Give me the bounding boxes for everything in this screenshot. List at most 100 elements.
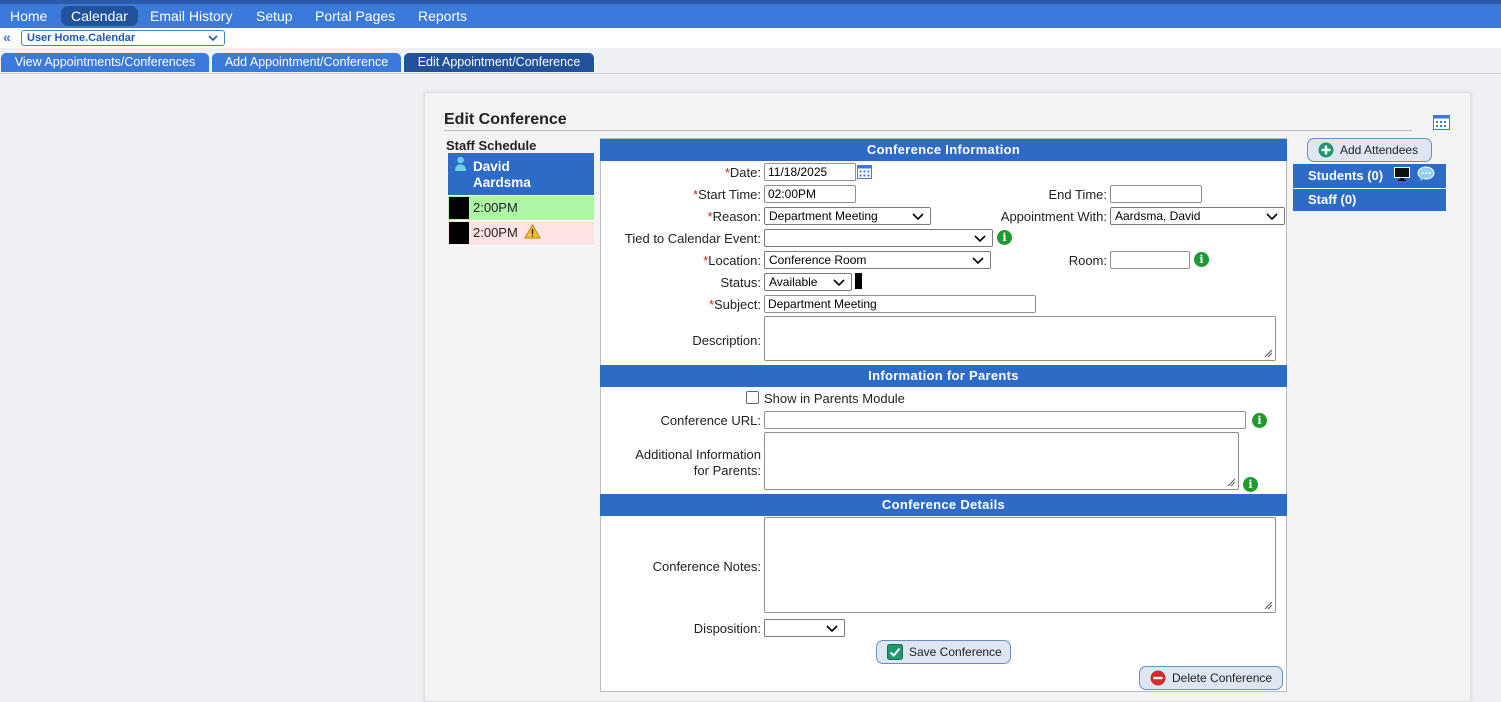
additional-info-info-icon[interactable]: i xyxy=(1243,477,1258,492)
chevron-down-icon xyxy=(833,279,845,287)
room-info-icon[interactable]: i xyxy=(1194,252,1209,267)
additional-info-label-line2: for Parents: xyxy=(693,463,761,478)
tab-add-appointment[interactable]: Add Appointment/Conference xyxy=(212,53,401,72)
double-chevron-left-icon[interactable]: « xyxy=(3,29,11,45)
start-time-label: *Start Time: xyxy=(693,187,761,202)
tab-edit-appointment[interactable]: Edit Appointment/Conference xyxy=(404,53,594,72)
conference-url-field[interactable] xyxy=(764,411,1246,429)
date-field[interactable] xyxy=(764,163,856,181)
room-label: Room: xyxy=(1068,253,1107,268)
tab-view-appointments[interactable]: View Appointments/Conferences xyxy=(1,53,209,72)
slot-time: 2:00PM xyxy=(473,200,518,215)
show-in-parents-checkbox[interactable] xyxy=(746,391,759,404)
schedule-slot[interactable]: 2:00PM xyxy=(448,196,594,220)
students-count-label: Students (0) xyxy=(1308,168,1384,183)
status-color-swatch xyxy=(855,273,862,289)
nav-home[interactable]: Home xyxy=(0,6,57,26)
staff-schedule-header[interactable]: David Aardsma xyxy=(448,153,594,195)
warning-icon xyxy=(524,224,541,239)
add-attendees-label: Add Attendees xyxy=(1340,143,1419,157)
chevron-down-icon xyxy=(208,35,218,42)
staff-schedule-title: Staff Schedule xyxy=(446,138,537,153)
conference-notes-label: Conference Notes: xyxy=(652,559,761,574)
page-title: Edit Conference xyxy=(444,111,567,128)
breadcrumb-select[interactable]: User Home.Calendar xyxy=(21,30,225,46)
chevron-down-icon xyxy=(826,625,838,633)
nav-email-history[interactable]: Email History xyxy=(140,6,242,26)
delete-conference-button[interactable]: Delete Conference xyxy=(1139,666,1283,690)
status-label: Status: xyxy=(720,275,761,290)
disposition-select[interactable] xyxy=(764,619,845,637)
reason-label: *Reason: xyxy=(707,209,761,224)
top-nav: Home Calendar Email History Setup Portal… xyxy=(0,4,1501,28)
tab-bar: View Appointments/Conferences Add Appoin… xyxy=(0,48,1501,74)
plus-circle-icon xyxy=(1318,142,1334,158)
location-label: *Location: xyxy=(703,253,761,268)
description-textarea[interactable] xyxy=(764,316,1276,361)
location-select[interactable]: Conference Room xyxy=(764,251,991,269)
chevron-down-icon xyxy=(1266,213,1278,221)
tied-event-info-icon[interactable]: i xyxy=(997,230,1012,245)
conference-url-label: Conference URL: xyxy=(660,413,761,428)
add-attendees-button[interactable]: Add Attendees xyxy=(1307,138,1432,162)
staff-schedule: David Aardsma 2:00PM 2:00PM xyxy=(448,153,594,246)
nav-portal-pages[interactable]: Portal Pages xyxy=(305,6,405,26)
subject-field[interactable] xyxy=(764,295,1036,313)
delete-conference-label: Delete Conference xyxy=(1172,671,1273,685)
status-select[interactable]: Available xyxy=(764,273,852,291)
students-header[interactable]: Students (0) xyxy=(1293,164,1446,188)
appointment-with-value: Aardsma, David xyxy=(1115,209,1201,223)
nav-reports[interactable]: Reports xyxy=(408,6,477,26)
show-in-parents-label: Show in Parents Module xyxy=(764,391,905,406)
nav-setup[interactable]: Setup xyxy=(246,6,303,26)
person-icon xyxy=(455,156,466,171)
monitor-icon[interactable] xyxy=(1394,167,1410,181)
appointment-with-label: Appointment With: xyxy=(1000,209,1107,224)
disposition-label: Disposition: xyxy=(693,621,761,636)
status-select-value: Available xyxy=(769,275,818,289)
title-divider xyxy=(444,130,1412,131)
schedule-slot[interactable]: 2:00PM xyxy=(448,221,594,245)
section-conference-details: Conference Details xyxy=(600,494,1287,516)
tied-event-select[interactable] xyxy=(764,229,993,247)
additional-info-label-line1: Additional Information xyxy=(635,447,761,462)
end-time-field[interactable] xyxy=(1110,185,1202,203)
resize-grip-icon[interactable] xyxy=(1226,477,1236,487)
chevron-down-icon xyxy=(974,235,986,243)
staff-first-name: David xyxy=(473,159,510,174)
date-picker-icon[interactable] xyxy=(857,164,872,179)
slot-color-block xyxy=(449,222,469,244)
reason-select[interactable]: Department Meeting xyxy=(764,207,931,225)
additional-info-textarea[interactable] xyxy=(764,432,1239,490)
date-label: *Date: xyxy=(724,165,761,180)
calendar-icon[interactable] xyxy=(1433,114,1450,130)
location-select-value: Conference Room xyxy=(769,253,867,267)
nav-calendar[interactable]: Calendar xyxy=(61,6,138,26)
section-parents-info: Information for Parents xyxy=(600,365,1287,387)
reason-select-value: Department Meeting xyxy=(769,209,878,223)
resize-grip-icon[interactable] xyxy=(1263,600,1273,610)
section-conference-info: Conference Information xyxy=(600,139,1287,161)
staff-last-name: Aardsma xyxy=(473,175,531,190)
staff-header[interactable]: Staff (0) xyxy=(1293,189,1446,211)
chevron-down-icon xyxy=(972,257,984,265)
end-time-label: End Time: xyxy=(1048,187,1107,202)
conference-notes-textarea[interactable] xyxy=(764,517,1276,613)
subject-label: *Subject: xyxy=(708,297,761,312)
appointment-with-select[interactable]: Aardsma, David xyxy=(1110,207,1285,225)
conference-url-info-icon[interactable]: i xyxy=(1252,413,1267,428)
remove-icon xyxy=(1150,670,1166,686)
save-conference-label: Save Conference xyxy=(909,645,1002,659)
chevron-down-icon xyxy=(912,213,924,221)
slot-color-block xyxy=(449,197,469,219)
description-label: Description: xyxy=(692,333,761,348)
breadcrumb-select-value: User Home.Calendar xyxy=(27,32,136,44)
resize-grip-icon[interactable] xyxy=(1263,348,1273,358)
slot-time: 2:00PM xyxy=(473,225,518,240)
tied-event-label: Tied to Calendar Event: xyxy=(624,231,761,246)
chat-bubble-icon[interactable] xyxy=(1417,166,1435,182)
start-time-field[interactable] xyxy=(764,185,856,203)
staff-count-label: Staff (0) xyxy=(1308,192,1357,207)
room-field[interactable] xyxy=(1110,251,1190,269)
save-conference-button[interactable]: Save Conference xyxy=(876,640,1011,664)
